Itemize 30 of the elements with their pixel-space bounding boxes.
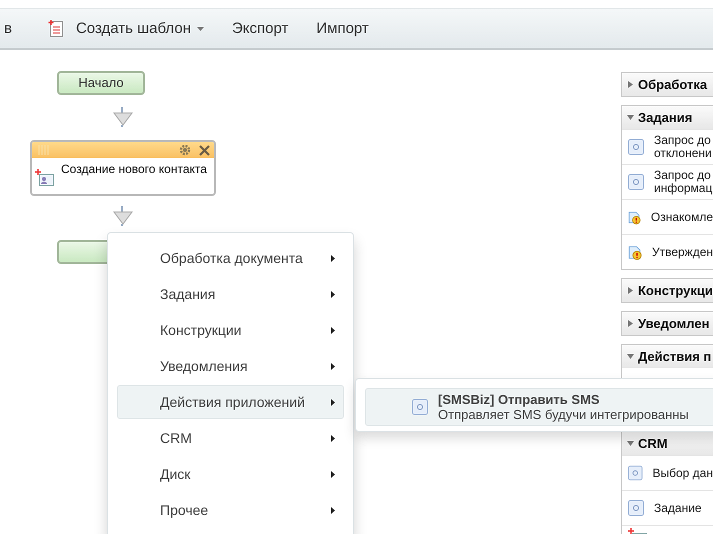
activity-block[interactable]: Создание нового контакта bbox=[30, 140, 216, 196]
menu-item[interactable]: Задания bbox=[117, 277, 344, 311]
section-header[interactable]: CRM bbox=[622, 432, 713, 455]
section-header[interactable]: Конструкци bbox=[622, 279, 713, 302]
activity-item[interactable]: Утвержден bbox=[652, 246, 713, 258]
toolbar-button[interactable]: Экспорт bbox=[218, 9, 302, 48]
section-header[interactable]: Уведомлен bbox=[622, 312, 713, 335]
activity-item[interactable]: Запрос до отклонени bbox=[654, 134, 712, 160]
toolbar-button[interactable]: Импорт bbox=[302, 9, 383, 48]
activity-item[interactable]: Запрос до информац bbox=[654, 169, 712, 195]
toolbar-button[interactable]: в bbox=[0, 9, 34, 48]
menu-item[interactable]: Диск bbox=[117, 457, 344, 491]
item-title: [SMSBiz] Отправить SMS bbox=[438, 392, 601, 407]
menu-item[interactable]: Прочее bbox=[117, 493, 344, 527]
section-header[interactable]: Обработка bbox=[622, 73, 713, 96]
menu-item[interactable]: Обработка документа bbox=[117, 241, 344, 275]
activity-item[interactable]: Задание bbox=[654, 502, 702, 514]
toolbar-button[interactable]: Создать шаблон bbox=[34, 9, 218, 48]
menu-item[interactable]: Конструкции bbox=[117, 313, 344, 347]
menu-item[interactable]: CRM bbox=[117, 421, 344, 455]
item-description: Отправляет SMS будучи интегрированны bbox=[438, 407, 689, 422]
section-header[interactable]: Действия п bbox=[622, 345, 713, 368]
flow-node[interactable]: Начало bbox=[57, 71, 145, 95]
menu-item[interactable]: Уведомления bbox=[117, 349, 344, 383]
activity-item[interactable]: Ознакомле bbox=[650, 210, 713, 224]
activity-item[interactable]: Выбор дан bbox=[652, 466, 713, 480]
submenu-item[interactable]: [SMSBiz] Отправить SMS Отправляет SMS будучи интегрированны bbox=[365, 388, 713, 426]
menu-item[interactable]: Действия приложений bbox=[117, 385, 344, 419]
section-header[interactable]: Задания bbox=[622, 106, 713, 129]
block-title: Создание нового контакта bbox=[61, 162, 207, 176]
